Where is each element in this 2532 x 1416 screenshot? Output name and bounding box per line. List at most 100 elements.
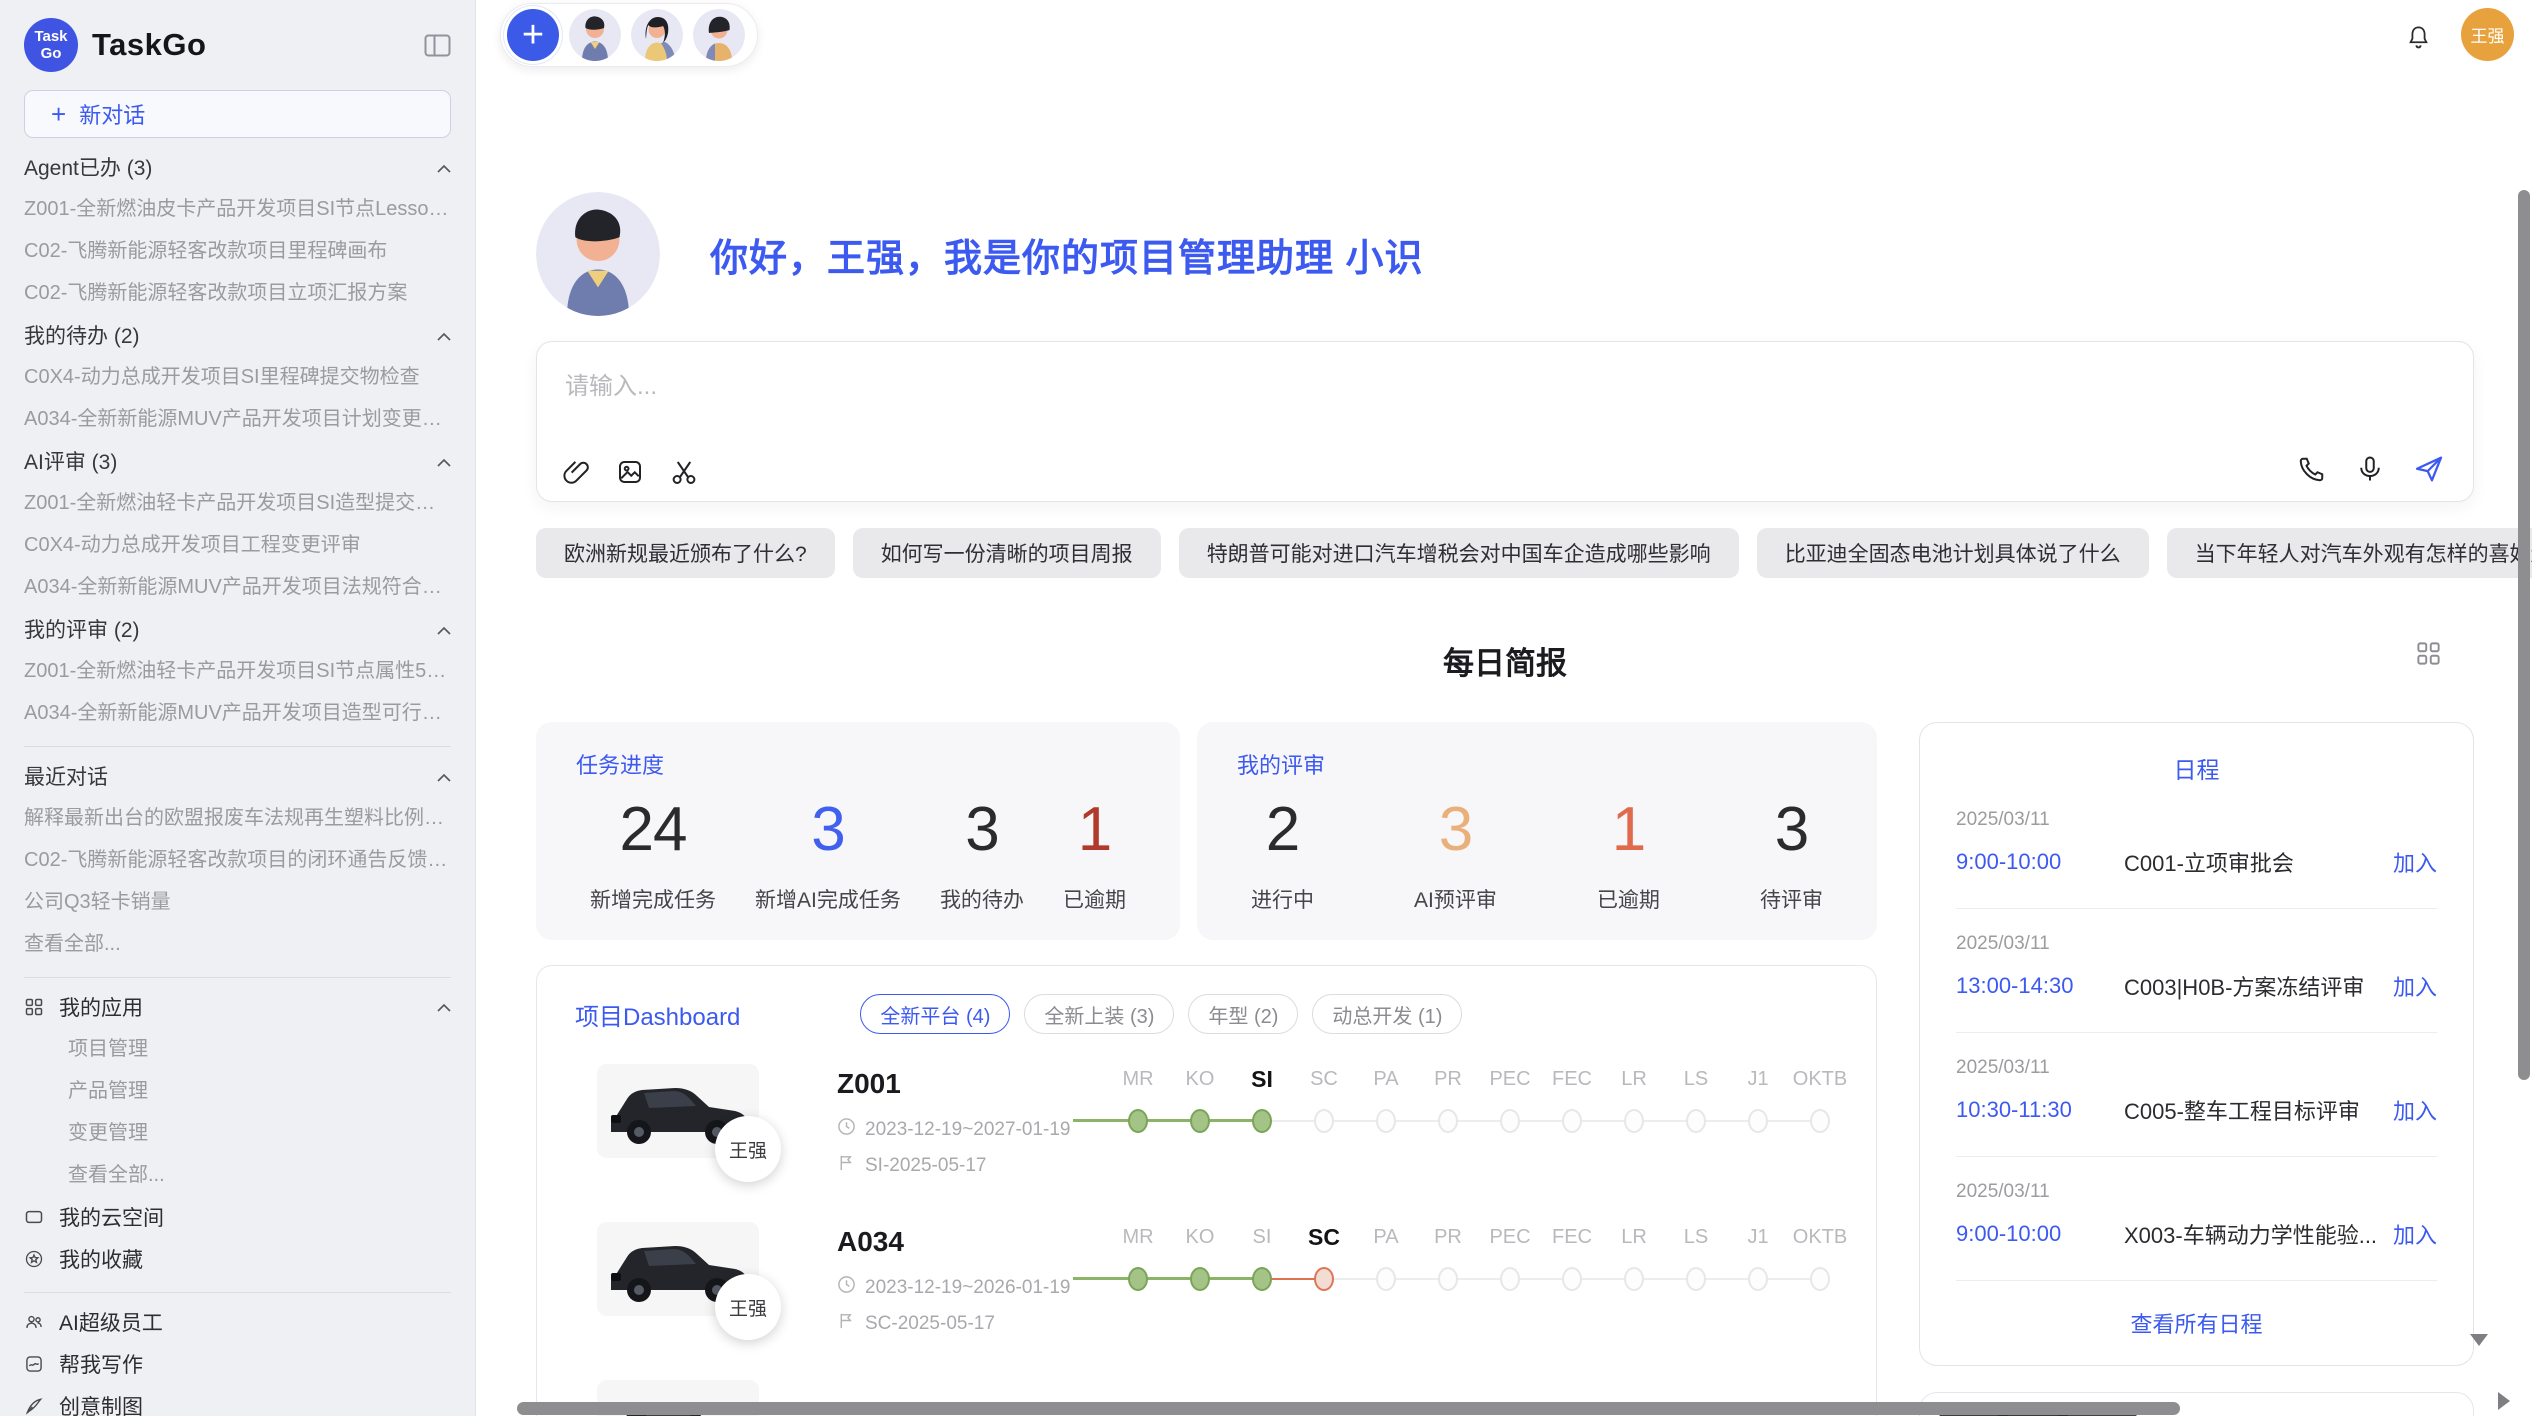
milestone-node[interactable]	[1810, 1267, 1830, 1291]
greeting-text: 你好，王强，我是你的项目管理助理 小识	[710, 227, 1424, 282]
sidebar-item-favorites[interactable]: 我的收藏	[24, 1246, 451, 1272]
milestone-node[interactable]	[1562, 1267, 1582, 1291]
milestone-node[interactable]	[1252, 1267, 1272, 1291]
section-item[interactable]: A034-全新新能源MUV产品开发项目计划变更表编写	[24, 406, 451, 432]
section-header[interactable]: 我的评审 (2)	[24, 616, 451, 642]
milestone-node[interactable]	[1376, 1109, 1396, 1133]
milestone-node[interactable]	[1748, 1109, 1768, 1133]
paperclip-icon[interactable]	[561, 457, 591, 487]
app-item[interactable]: 查看全部...	[24, 1162, 451, 1188]
milestone-node[interactable]	[1686, 1267, 1706, 1291]
microphone-icon[interactable]	[2355, 454, 2385, 484]
milestone-node[interactable]	[1190, 1267, 1210, 1291]
stat-label: 新增完成任务	[590, 884, 716, 914]
milestone-label: KO	[1169, 1222, 1231, 1252]
suggestion-chip[interactable]: 比亚迪全固态电池计划具体说了什么	[1757, 528, 2149, 578]
scroll-down-arrow[interactable]	[2470, 1334, 2488, 1346]
milestone-node[interactable]	[1438, 1267, 1458, 1291]
app-item[interactable]: 变更管理	[24, 1120, 451, 1146]
milestone-node[interactable]	[1252, 1109, 1272, 1133]
milestone-node[interactable]	[1190, 1109, 1210, 1133]
milestone-node[interactable]	[1500, 1267, 1520, 1291]
dashboard-tab[interactable]: 全新平台 (4)	[860, 994, 1010, 1034]
milestone-node[interactable]	[1376, 1267, 1396, 1291]
section-item[interactable]: A034-全新新能源MUV产品开发项目造型可行性评审	[24, 700, 451, 726]
project-row[interactable]: 王强 A034 2023-12-19~2026-01-19 SC-2025-05…	[561, 1222, 1852, 1342]
sidebar-item-creative-draw[interactable]: 创意制图	[24, 1393, 451, 1416]
milestone-node[interactable]	[1438, 1109, 1458, 1133]
section-item[interactable]: Z001-全新燃油皮卡产品开发项目SI节点Lesson Learn报告	[24, 196, 451, 222]
vertical-scrollbar-thumb[interactable]	[2518, 190, 2530, 1080]
milestone-label: J1	[1727, 1064, 1789, 1094]
sidebar-collapse-icon[interactable]	[424, 34, 451, 57]
briefing-layout-icon[interactable]	[2415, 640, 2442, 667]
new-chat-button[interactable]: + 新对话	[24, 90, 451, 138]
sidebar-item-ai-staff[interactable]: AI超级员工	[24, 1309, 451, 1335]
cloud-space-label: 我的云空间	[59, 1202, 164, 1232]
phone-icon[interactable]	[2297, 454, 2327, 484]
apps-grid-icon	[24, 997, 44, 1017]
scissors-icon[interactable]	[669, 457, 699, 487]
milestone-node[interactable]	[1128, 1267, 1148, 1291]
dashboard-tab[interactable]: 全新上装 (3)	[1024, 994, 1174, 1034]
section-item[interactable]: C02-飞腾新能源轻客改款项目立项汇报方案	[24, 280, 451, 306]
sidebar-sections: Agent已办 (3) Z001-全新燃油皮卡产品开发项目SI节点Lesson …	[24, 154, 451, 726]
milestone-label: J1	[1727, 1222, 1789, 1252]
recent-chat-item[interactable]: 解释最新出台的欧盟报废车法规再生塑料比例被调至15%...	[24, 805, 451, 831]
milestone-node[interactable]	[1128, 1109, 1148, 1133]
milestone-node[interactable]	[1686, 1109, 1706, 1133]
section-header[interactable]: AI评审 (3)	[24, 448, 451, 474]
section-header[interactable]: Agent已办 (3)	[24, 154, 451, 180]
dashboard-tab[interactable]: 年型 (2)	[1188, 994, 1298, 1034]
section-item[interactable]: Z001-全新燃油轻卡产品开发项目SI节点属性5D文件评审	[24, 658, 451, 684]
suggestion-chip[interactable]: 欧洲新规最近颁布了什么?	[536, 528, 835, 578]
milestone-node[interactable]	[1314, 1267, 1334, 1291]
section-item[interactable]: C0X4-动力总成开发项目工程变更评审	[24, 532, 451, 558]
section-item[interactable]: A034-全新新能源MUV产品开发项目法规符合性评审	[24, 574, 451, 600]
recent-chat-item[interactable]: C02-飞腾新能源轻客改款项目的闭环通告反馈情况	[24, 847, 451, 873]
milestone-node[interactable]	[1314, 1109, 1334, 1133]
milestone-node[interactable]	[1748, 1267, 1768, 1291]
join-button[interactable]: 加入	[2393, 1218, 2437, 1250]
chat-input[interactable]	[563, 364, 2173, 426]
chevron-up-icon	[437, 1003, 451, 1012]
section-header[interactable]: 我的待办 (2)	[24, 322, 451, 348]
sidebar-item-help-write[interactable]: 帮我写作	[24, 1351, 451, 1377]
view-all-schedule-link[interactable]: 查看所有日程	[1956, 1307, 2437, 1339]
milestone-node[interactable]	[1500, 1109, 1520, 1133]
recent-chats-list: 解释最新出台的欧盟报废车法规再生塑料比例被调至15%... C02-飞腾新能源轻客…	[24, 805, 451, 957]
sidebar-item-cloud-space[interactable]: 我的云空间	[24, 1204, 451, 1230]
milestone-node[interactable]	[1624, 1109, 1644, 1133]
recent-chat-item[interactable]: 公司Q3轻卡销量	[24, 889, 451, 915]
horizontal-scrollbar-thumb[interactable]	[517, 1402, 2180, 1415]
divider	[24, 746, 451, 747]
join-button[interactable]: 加入	[2393, 846, 2437, 878]
scroll-right-arrow[interactable]	[2498, 1392, 2510, 1410]
send-icon[interactable]	[2413, 453, 2445, 485]
sidebar-item-my-apps[interactable]: 我的应用	[24, 994, 451, 1020]
milestone-label: PR	[1417, 1064, 1479, 1094]
stat: 2 进行中	[1251, 798, 1314, 914]
dashboard-tab[interactable]: 动总开发 (1)	[1312, 994, 1462, 1034]
section-item[interactable]: C0X4-动力总成开发项目SI里程碑提交物检查	[24, 364, 451, 390]
milestone-node[interactable]	[1624, 1267, 1644, 1291]
section-header-recent[interactable]: 最近对话	[24, 763, 451, 789]
milestone-node[interactable]	[1810, 1109, 1830, 1133]
app-item[interactable]: 产品管理	[24, 1078, 451, 1104]
section-item[interactable]: Z001-全新燃油轻卡产品开发项目SI造型提交物评审	[24, 490, 451, 516]
app-item[interactable]: 项目管理	[24, 1036, 451, 1062]
suggestion-chip[interactable]: 如何写一份清晰的项目周报	[853, 528, 1161, 578]
suggestion-chip[interactable]: 当下年轻人对汽车外观有怎样的喜好趋势	[2167, 528, 2532, 578]
milestone-label: SI	[1231, 1222, 1293, 1252]
project-row[interactable]: 王强 Z001 2023-12-19~2027-01-19 SI-2025-05…	[561, 1064, 1852, 1184]
milestone-label: LR	[1603, 1222, 1665, 1252]
join-button[interactable]: 加入	[2393, 1094, 2437, 1126]
section-item[interactable]: C02-飞腾新能源轻客改款项目里程碑画布	[24, 238, 451, 264]
schedule-event: 2025/03/11 13:00-14:30 C003|H0B-方案冻结评审 加…	[1956, 909, 2437, 1033]
suggestion-chip[interactable]: 特朗普可能对进口汽车增税会对中国车企造成哪些影响	[1179, 528, 1739, 578]
recent-chat-item[interactable]: 查看全部...	[24, 931, 451, 957]
image-icon[interactable]	[615, 457, 645, 487]
join-button[interactable]: 加入	[2393, 970, 2437, 1002]
stat-label: 我的待办	[940, 884, 1024, 914]
milestone-node[interactable]	[1562, 1109, 1582, 1133]
